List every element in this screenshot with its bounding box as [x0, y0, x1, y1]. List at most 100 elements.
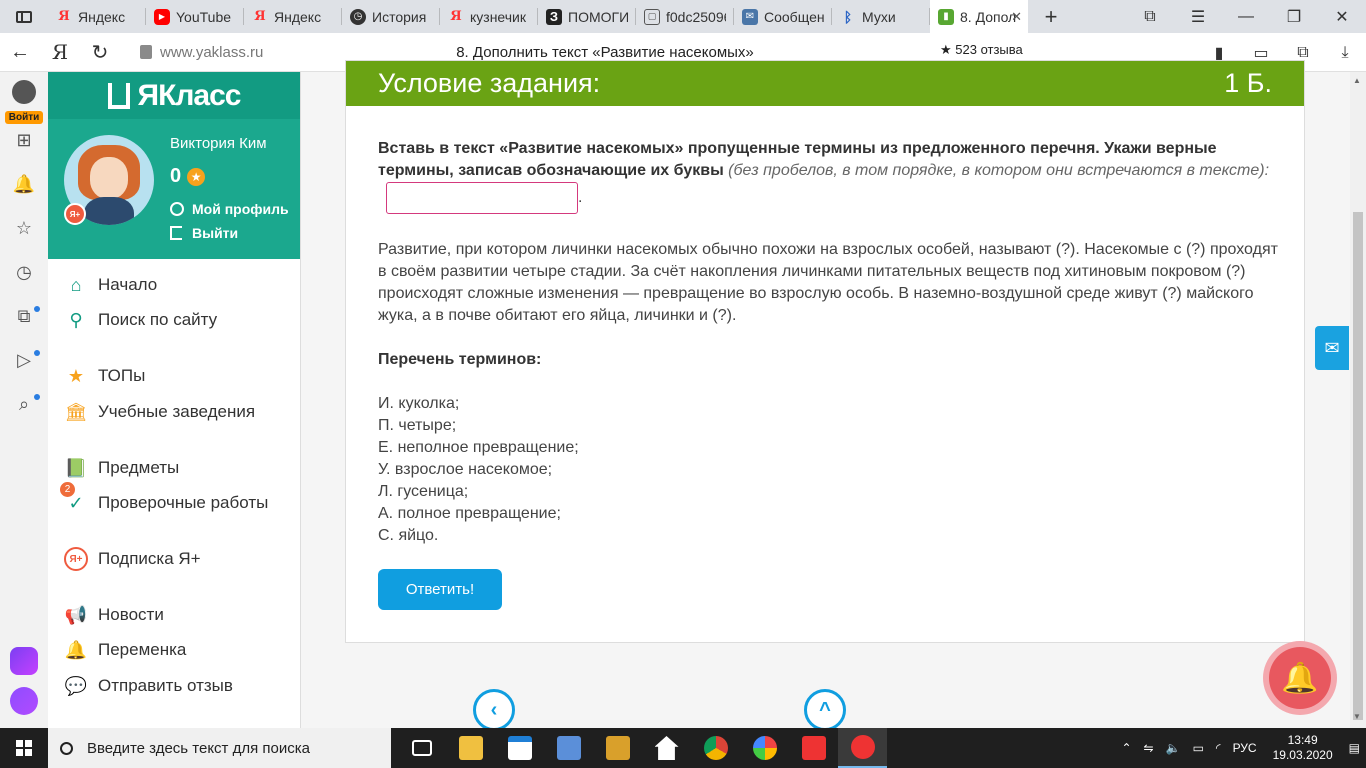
nav-item[interactable]: 📢 Новости: [64, 600, 164, 630]
collections-icon[interactable]: ⧉: [1282, 44, 1324, 62]
messenger-icon[interactable]: [0, 647, 48, 675]
tab[interactable]: ᛒ Мухи: [832, 0, 930, 33]
task-view-button[interactable]: [397, 728, 446, 768]
scroll-thumb[interactable]: [1353, 212, 1363, 720]
media-icon[interactable]: [544, 728, 593, 768]
photos-icon[interactable]: [740, 728, 789, 768]
minimize-button[interactable]: —: [1222, 8, 1270, 26]
tab[interactable]: Я Яндекс: [48, 0, 146, 33]
language-indicator[interactable]: РУС: [1233, 741, 1257, 755]
question-hint: без пробелов, в том порядке, в котором о…: [733, 162, 1260, 179]
restore-button[interactable]: ❐: [1270, 7, 1318, 27]
home-app-icon[interactable]: [642, 728, 691, 768]
task-paragraph: Развитие, при котором личинки насекомых …: [378, 241, 1278, 324]
nav-item[interactable]: ⚲ Поиск по сайту: [64, 305, 217, 335]
window-controls: ⧉ ☰ — ❐ ✕: [1126, 0, 1366, 33]
prev-task-button[interactable]: ‹: [473, 689, 515, 731]
scroll-up-arrow-icon[interactable]: ▲: [1353, 76, 1361, 85]
nav-item[interactable]: 🔔 Переменка: [64, 635, 187, 665]
apps-grid-icon[interactable]: ⊞: [0, 130, 48, 151]
site-logo[interactable]: ЯКласс: [48, 72, 300, 119]
tab-favicon-icon: ▮: [938, 8, 954, 25]
history-icon[interactable]: ◷: [0, 262, 48, 283]
reload-button[interactable]: ↻: [80, 33, 120, 72]
network-icon[interactable]: ⇋: [1144, 741, 1154, 755]
nav-item[interactable]: ⌂ Начало: [64, 270, 158, 300]
nav-item[interactable]: ★ ТОПы: [64, 361, 145, 391]
logo-text: ЯКласс: [137, 78, 242, 112]
question-paren-open: (: [723, 162, 734, 179]
tab[interactable]: Якузнечик: [440, 0, 538, 33]
page-title-in-address: 8. Дополнить текст «Развитие насекомых»: [456, 43, 754, 61]
task-points: 1 Б.: [1224, 68, 1272, 98]
my-profile-link[interactable]: Мой профиль: [170, 201, 289, 217]
tab[interactable]: ▢ f0dc25096: [636, 0, 734, 33]
close-window-button[interactable]: ✕: [1318, 7, 1366, 27]
browser-tab-bar: Я Яндекс ▶ YouTube Я Яндекс ◷ История Якузнечик З…: [0, 0, 1366, 33]
yandex-app-icon[interactable]: [789, 728, 838, 768]
nav-item[interactable]: 💬 Отправить отзыв: [64, 671, 233, 701]
tab[interactable]: ◷ История: [342, 0, 440, 33]
tab[interactable]: ✉ Сообщен: [734, 0, 832, 33]
start-button[interactable]: [0, 728, 48, 768]
menu-icon[interactable]: ☰: [1174, 7, 1222, 27]
tab[interactable]: Я Яндекс: [244, 0, 342, 33]
nav-item[interactable]: ✓ 2 Проверочные работы: [60, 482, 268, 518]
bookmarks-icon[interactable]: ⧉: [1126, 8, 1174, 26]
nav-item[interactable]: 📗 Предметы: [64, 453, 179, 483]
feedback-mail-button[interactable]: ✉: [1315, 326, 1349, 370]
tab-favicon-icon: ✉: [742, 8, 758, 25]
term-item: У. взрослое насекомое;: [378, 461, 553, 478]
nav-item[interactable]: Я+ Подписка Я+: [64, 544, 201, 574]
battery-tray-icon[interactable]: ▭: [1193, 741, 1204, 755]
tab-label: ПОМОГИ: [568, 8, 628, 25]
tab-active[interactable]: ▮ 8. Допол ✕: [930, 0, 1028, 33]
file-explorer-icon[interactable]: [446, 728, 495, 768]
search-sidebar-icon[interactable]: ⌕: [0, 394, 48, 415]
scroll-down-arrow-icon[interactable]: ▼: [1353, 712, 1361, 721]
clock[interactable]: 13:49 19.03.2020: [1273, 733, 1333, 763]
tab[interactable]: З ПОМОГИ: [538, 0, 636, 33]
notifications-icon[interactable]: 🔔: [0, 174, 48, 195]
tab-label: Яндекс: [274, 8, 322, 25]
archive-icon[interactable]: [593, 728, 642, 768]
logout-label: Выйти: [192, 225, 239, 241]
profile-score: 0 ★: [170, 165, 206, 188]
nav-item[interactable]: 🏛 Учебные заведения: [64, 397, 256, 427]
profile-name[interactable]: Виктория Ким: [170, 135, 267, 152]
answer-input[interactable]: [386, 182, 578, 214]
browser-sidebar: Войти ⊞ 🔔 ☆ ◷ ⧉ ▷ ⌕: [0, 72, 48, 728]
terms-title: Перечень терминов:: [378, 351, 542, 368]
logo-mark-icon: [107, 82, 130, 109]
sidebar-toggle-button[interactable]: [0, 0, 48, 33]
tab-favicon-icon: Я: [58, 9, 70, 24]
yandex-logo-button[interactable]: Я: [40, 33, 80, 72]
alice-icon[interactable]: [0, 687, 48, 715]
notification-bell-button[interactable]: 🔔: [1263, 641, 1337, 715]
action-center-icon[interactable]: ▤: [1349, 741, 1360, 755]
download-icon[interactable]: ⤓: [1324, 44, 1366, 62]
login-button[interactable]: Войти: [0, 80, 48, 125]
back-button[interactable]: ←: [0, 33, 40, 72]
new-tab-button[interactable]: +: [1028, 4, 1074, 30]
logout-link[interactable]: Выйти: [170, 225, 238, 241]
tab[interactable]: ▶ YouTube: [146, 0, 244, 33]
taskbar-search[interactable]: Введите здесь текст для поиска: [48, 728, 391, 768]
term-item: А. полное превращение;: [378, 505, 561, 522]
school-icon: 🏛: [64, 401, 88, 422]
yandex-browser-icon[interactable]: [838, 728, 887, 768]
tab-favicon-icon: ᛒ: [843, 8, 853, 25]
reviews-badge[interactable]: ★ 523 отзыва: [940, 42, 1024, 62]
scroll-top-button[interactable]: ^: [804, 689, 846, 731]
close-tab-icon[interactable]: ✕: [1011, 9, 1022, 25]
collections-sidebar-icon[interactable]: ⧉: [0, 306, 48, 327]
favorites-icon[interactable]: ☆: [0, 218, 48, 239]
submit-answer-button[interactable]: Ответить!: [378, 569, 502, 610]
tray-chevron-icon[interactable]: ⌃: [1121, 741, 1131, 755]
wifi-icon[interactable]: ◜: [1216, 741, 1221, 755]
volume-icon[interactable]: 🔈: [1166, 741, 1181, 755]
chrome-icon[interactable]: [691, 728, 740, 768]
store-icon[interactable]: [495, 728, 544, 768]
page-scrollbar[interactable]: ▲ ▼: [1350, 72, 1366, 728]
video-icon[interactable]: ▷: [0, 350, 48, 371]
